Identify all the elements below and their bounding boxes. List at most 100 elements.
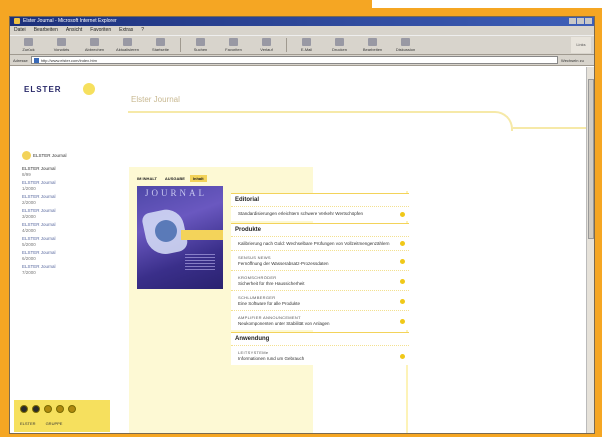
footer-circle-icon[interactable] — [56, 405, 64, 413]
mail-button[interactable]: E-Mail — [290, 38, 323, 52]
article-item[interactable]: SCHLUMBERGER Eine Software für alle Prod… — [231, 290, 409, 310]
sidebar-active-item[interactable]: ELSTER Journal — [22, 151, 67, 160]
article-item[interactable]: KROMSCHRÖDER Sicherheit für Ihre Haussic… — [231, 270, 409, 290]
article-text: Standardisierungen erleichtern schwere V… — [238, 211, 363, 216]
sidebar-item[interactable]: ELSTER Journal 1/2000 — [22, 180, 112, 191]
scrollbar-thumb[interactable] — [588, 79, 594, 239]
article-item[interactable]: Standardisierungen erleichtern schwere V… — [231, 206, 409, 221]
footer-label: ELSTER — [20, 421, 36, 426]
journal-cover-image[interactable]: JOURNAL — [137, 186, 223, 289]
sidebar-item[interactable]: ELSTER Journal 7/2000 — [22, 264, 112, 275]
search-icon — [196, 38, 205, 46]
footer-circle-icon[interactable] — [44, 405, 52, 413]
printer-icon — [335, 38, 344, 46]
back-arrow-icon — [24, 38, 33, 46]
section-heading-produkte: Produkte — [231, 222, 409, 236]
article-text: Eine Software für alle Produkte — [238, 300, 301, 306]
menu-edit[interactable]: Bearbeiten — [34, 26, 58, 35]
favorites-button[interactable]: Favoriten — [217, 38, 250, 52]
sidebar-footer: ELSTER GRUPPE — [14, 400, 110, 432]
content-tabs: IM INHALT AUSGABE Inhalt — [134, 175, 207, 182]
home-button[interactable]: Startseite — [144, 38, 177, 52]
back-button[interactable]: Zurück — [12, 38, 45, 52]
active-dot-icon — [22, 151, 31, 160]
cover-text-lines — [185, 252, 215, 270]
section-heading-anwendung: Anwendung — [231, 332, 409, 345]
sidebar-item[interactable]: ELSTER Journal 5/2000 — [22, 236, 112, 247]
address-label: Adresse — [13, 57, 28, 63]
menu-view[interactable]: Ansicht — [66, 26, 82, 35]
address-bar: Adresse http://www.elster.com/index.htm … — [10, 55, 594, 66]
footer-label: GRUPPE — [45, 421, 63, 426]
sidebar-item[interactable]: ELSTER Journal 2/2000 — [22, 194, 112, 205]
article-text: Fernöffnung der Wasserabsatz-Prozessdate… — [238, 260, 329, 266]
tab-inhalt[interactable]: Inhalt — [189, 175, 207, 182]
window-controls — [569, 17, 594, 26]
sidebar-item[interactable]: ELSTER Journal 3/2000 — [22, 208, 112, 219]
toolbar: Zurück Vorwärts Abbrechen Aktualisieren … — [10, 35, 594, 55]
article-text: Informationen rund um Gebrauch — [238, 355, 305, 361]
photo-frame-top — [0, 0, 372, 8]
go-button[interactable]: Wechseln zu — [561, 58, 591, 63]
footer-circle-icon[interactable] — [32, 405, 40, 413]
ie-logo-icon — [14, 18, 20, 24]
article-item[interactable]: AMPLIFIER ANNOUNCEMENT Neukomponenten un… — [231, 310, 409, 330]
cover-label-bar — [181, 230, 223, 240]
article-text: Neukomponenten unter Stabilität von Anla… — [238, 320, 330, 326]
edit-icon — [368, 38, 377, 46]
article-item[interactable]: LEITSYSTEMe Informationen rund um Gebrau… — [231, 345, 409, 365]
footer-circle-icon[interactable] — [20, 405, 28, 413]
search-button[interactable]: Suchen — [184, 38, 217, 52]
sidebar-item[interactable]: ELSTER Journal 4/2000 — [22, 222, 112, 233]
refresh-icon — [123, 38, 132, 46]
footer-icons — [20, 405, 76, 413]
stop-button[interactable]: Abbrechen — [78, 38, 111, 52]
menu-file[interactable]: Datei — [14, 26, 26, 35]
title-divider — [128, 111, 490, 113]
address-input[interactable]: http://www.elster.com/index.htm — [30, 56, 558, 64]
maximize-button[interactable] — [577, 18, 584, 24]
section-heading-editorial: Editorial — [231, 193, 409, 206]
forward-arrow-icon — [57, 38, 66, 46]
article-item[interactable]: SENSUS NEWS Fernöffnung der Wasserabsatz… — [231, 250, 409, 270]
menu-tools[interactable]: Extras — [119, 26, 133, 35]
home-icon — [156, 38, 165, 46]
edit-button[interactable]: Bearbeiten — [356, 38, 389, 52]
sidebar-item[interactable]: ELSTER Journal 6/2000 — [22, 250, 112, 261]
discussion-icon — [401, 38, 410, 46]
bullet-arrow-icon — [400, 241, 405, 247]
close-button[interactable] — [585, 18, 592, 24]
refresh-button[interactable]: Aktualisieren — [111, 38, 144, 52]
vertical-scrollbar[interactable] — [586, 67, 594, 433]
sidebar-active-label: ELSTER Journal — [33, 153, 67, 158]
bullet-arrow-icon — [400, 258, 405, 264]
history-icon — [262, 38, 271, 46]
tab-im-inhalt[interactable]: IM INHALT — [134, 175, 160, 182]
forward-button[interactable]: Vorwärts — [45, 38, 78, 52]
sun-logo-icon — [83, 83, 95, 95]
tab-ausgabe[interactable]: AUSGABE — [162, 175, 188, 182]
footer-circle-icon[interactable] — [68, 405, 76, 413]
history-button[interactable]: Verlauf — [250, 38, 283, 52]
print-button[interactable]: Drucken — [323, 38, 356, 52]
menu-help[interactable]: ? — [141, 26, 144, 35]
article-text: Sicherheit für Ihre Haussicherheit — [238, 280, 305, 286]
article-text: Kalibrierung nach Gold: Wechselbare Prüf… — [238, 240, 390, 246]
bullet-arrow-icon — [400, 211, 405, 217]
window-title: Elster Journal - Microsoft Internet Expl… — [23, 18, 117, 24]
mail-icon — [302, 38, 311, 46]
links-label[interactable]: Links — [571, 37, 591, 53]
bullet-arrow-icon — [400, 278, 405, 284]
page-title: Elster Journal — [131, 95, 180, 104]
articles-list: Editorial Standardisierungen erleichtern… — [231, 191, 409, 365]
toolbar-separator — [286, 38, 287, 52]
article-item[interactable]: Kalibrierung nach Gold: Wechselbare Prüf… — [231, 235, 409, 250]
sidebar-list: ELSTER Journal 8/99 ELSTER Journal 1/2000 … — [22, 166, 112, 278]
bullet-arrow-icon — [400, 353, 405, 359]
sidebar-item[interactable]: ELSTER Journal 8/99 — [22, 166, 112, 177]
menu-favorites[interactable]: Favoriten — [90, 26, 111, 35]
elster-logo[interactable]: ELSTER — [24, 85, 62, 94]
minimize-button[interactable] — [569, 18, 576, 24]
cover-shape — [155, 220, 177, 242]
discuss-button[interactable]: Diskussion — [389, 38, 422, 52]
